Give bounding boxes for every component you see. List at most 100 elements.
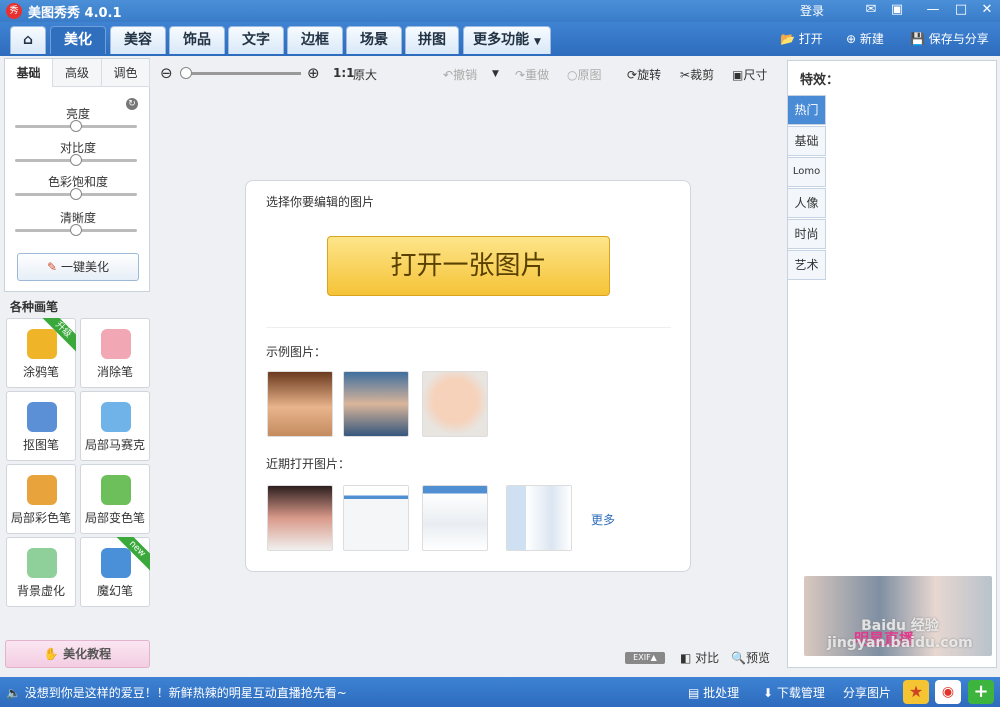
undo-icon: ↶ (443, 68, 454, 82)
zoom-slider-knob[interactable] (180, 67, 192, 79)
original-image-button[interactable]: ○原图 (567, 66, 602, 83)
crop-button[interactable]: ✂裁剪 (680, 66, 714, 83)
brush-item[interactable]: 抠图笔 (6, 391, 76, 461)
save-share-button[interactable]: 💾 保存与分享 (910, 30, 989, 47)
brush-label: 消除笔 (96, 365, 133, 379)
resize-icon: ▣ (732, 68, 744, 82)
message-icon[interactable]: ✉ (858, 0, 884, 20)
maximize-icon[interactable]: □ (948, 0, 974, 20)
redo-button[interactable]: ↷重做 (515, 66, 549, 83)
skin-icon[interactable]: ▣ (884, 0, 910, 20)
recent-thumbnail[interactable] (506, 485, 572, 551)
brush-label: 局部马赛克 (84, 438, 145, 452)
adjust-panel: 基础 高级 调色 ↻ 亮度 对比度 色彩饱和度 清晰度 ✎ 一键美化 (4, 58, 150, 292)
subtab-advanced[interactable]: 高级 (53, 59, 102, 87)
example-thumbnail[interactable] (343, 371, 409, 437)
effect-tab-basic[interactable]: 基础 (788, 126, 826, 156)
star-icon[interactable]: ★ (903, 680, 929, 704)
open-button[interactable]: 📂 打开 (780, 30, 823, 47)
effect-tab-portrait[interactable]: 人像 (788, 188, 826, 218)
brush-item[interactable]: 局部彩色笔 (6, 464, 76, 534)
more-link[interactable]: 更多 (591, 511, 615, 528)
minimize-icon[interactable]: — (920, 0, 946, 20)
zoom-out-icon[interactable]: ⊖ (160, 64, 173, 82)
tab-scene[interactable]: 场景 (346, 26, 402, 54)
one-click-beautify-button[interactable]: ✎ 一键美化 (17, 253, 139, 281)
subtab-color[interactable]: 调色 (102, 59, 150, 87)
close-icon[interactable]: ✕ (974, 0, 1000, 20)
saturation-slider-knob[interactable] (70, 188, 82, 200)
tutorial-button[interactable]: ✋ 美化教程 (5, 640, 150, 668)
tab-accessories[interactable]: 饰品 (169, 26, 225, 54)
original-size-button[interactable]: 原大 (353, 66, 377, 83)
effect-tab-art[interactable]: 艺术 (788, 250, 826, 280)
add-icon[interactable]: + (968, 680, 994, 704)
login-link[interactable]: 登录 (800, 2, 824, 19)
brush-label: 涂鸦笔 (22, 365, 59, 379)
sharpness-slider-knob[interactable] (70, 224, 82, 236)
tab-collage[interactable]: 拼图 (405, 26, 459, 54)
download-manager-button[interactable]: ⬇ 下载管理 (763, 684, 825, 701)
zoom-slider[interactable] (183, 72, 301, 75)
size-button[interactable]: ▣尺寸 (732, 66, 767, 83)
divider (266, 327, 671, 328)
recent-thumbnail[interactable] (343, 485, 409, 551)
batch-button[interactable]: ▤ 批处理 (688, 684, 739, 701)
tab-beautify[interactable]: 美化 (50, 26, 106, 54)
brush-label: 局部彩色笔 (10, 511, 71, 525)
tab-beauty[interactable]: 美容 (110, 26, 166, 54)
brush-label: 魔幻笔 (96, 584, 133, 598)
effect-tab-hot[interactable]: 热门 (788, 95, 826, 125)
save-icon: 💾 (910, 32, 925, 46)
recent-label: 近期打开图片： (266, 457, 351, 471)
undo-dropdown-icon[interactable]: ▼ (492, 69, 499, 79)
exif-button[interactable]: EXIF▲ (625, 652, 665, 664)
brush-item[interactable]: 消除笔 (80, 318, 150, 388)
redo-icon: ↷ (515, 68, 526, 82)
brightness-slider-knob[interactable] (70, 120, 82, 132)
new-button[interactable]: ⊕ 新建 (846, 30, 884, 47)
rotate-button[interactable]: ⟳旋转 (627, 66, 661, 83)
undo-button[interactable]: ↶撤销 (443, 66, 477, 83)
scissors-icon: ✂ (680, 68, 691, 82)
title-bar: 秀 美图秀秀 4.0.1 登录 ✉ ▣ — □ ✕ (0, 0, 1000, 22)
rotate-icon: ⟳ (627, 68, 638, 82)
subtab-basic[interactable]: 基础 (5, 59, 53, 87)
tab-text[interactable]: 文字 (228, 26, 284, 54)
open-image-button[interactable]: 打开一张图片 (327, 236, 610, 296)
effect-tab-fashion[interactable]: 时尚 (788, 219, 826, 249)
brush-item[interactable]: 局部马赛克 (80, 391, 150, 461)
brush-item[interactable]: 魔幻笔 new (80, 537, 150, 607)
example-thumbnail[interactable] (267, 371, 333, 437)
weibo-icon[interactable]: ◉ (935, 680, 961, 704)
home-tab[interactable]: ⌂ (10, 26, 46, 54)
zoom-in-icon[interactable]: ⊕ (307, 64, 320, 82)
tab-more-features[interactable]: 更多功能 ▼ (463, 26, 551, 54)
compare-button[interactable]: ◧ 对比 (680, 649, 719, 666)
examples-label: 示例图片： (266, 345, 327, 359)
brush-label: 背景虚化 (16, 584, 65, 598)
app-title: 美图秀秀 4.0.1 (28, 6, 122, 21)
effect-tab-lomo[interactable]: Lomo (788, 157, 826, 187)
brush-label: 抠图笔 (22, 438, 59, 452)
share-image-button[interactable]: 分享图片 (843, 684, 891, 701)
example-thumbnail[interactable] (422, 371, 488, 437)
app-logo: 秀 (6, 3, 22, 19)
badge-label: 升级 (42, 318, 76, 352)
contrast-slider-knob[interactable] (70, 154, 82, 166)
brush-label: 局部变色笔 (84, 511, 145, 525)
brush-icon (101, 329, 131, 359)
brush-icon (27, 402, 57, 432)
recent-thumbnail[interactable] (422, 485, 488, 551)
tab-border[interactable]: 边框 (287, 26, 343, 54)
ratio-button[interactable]: 1:1 (333, 66, 355, 80)
brush-item[interactable]: 局部变色笔 (80, 464, 150, 534)
news-ticker[interactable]: 🔈 没想到你是这样的爱豆！！新鲜热辣的明星互动直播抢先看~ (6, 684, 347, 701)
brush-item[interactable]: 背景虚化 (6, 537, 76, 607)
watermark: Baidu 经验 jingyan.baidu.com (827, 618, 973, 651)
brush-item[interactable]: 涂鸦笔 升级 (6, 318, 76, 388)
brush-icon (27, 548, 57, 578)
status-bar: 🔈 没想到你是这样的爱豆！！新鲜热辣的明星互动直播抢先看~ ▤ 批处理 ⬇ 下载… (0, 677, 1000, 707)
preview-button[interactable]: 🔍预览 (731, 649, 770, 666)
recent-thumbnail[interactable] (267, 485, 333, 551)
